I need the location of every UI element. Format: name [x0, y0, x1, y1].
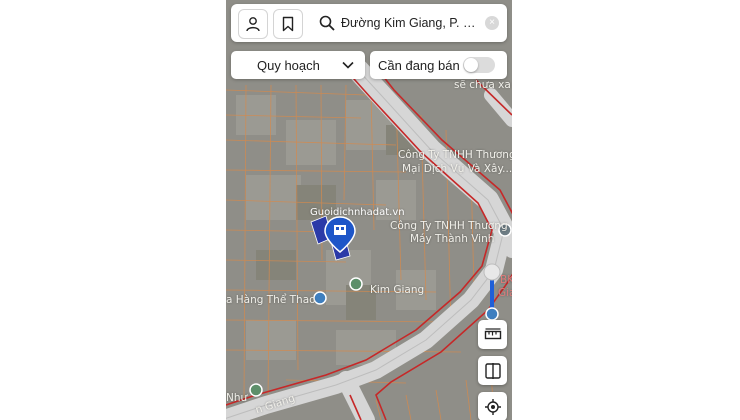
locate-icon: [484, 398, 501, 415]
layer-dropdown[interactable]: Quy hoạch: [231, 51, 365, 79]
map-label: sẽ chưa xa: [454, 79, 511, 91]
bookmark-icon: [282, 16, 294, 32]
search-icon: [319, 15, 335, 31]
clear-search-button[interactable]: ×: [485, 16, 499, 30]
map-label: Giang: [498, 287, 512, 299]
locate-button[interactable]: [478, 392, 507, 420]
for-sale-toggle-box: Cần đang bán: [370, 51, 507, 79]
for-sale-toggle[interactable]: [463, 57, 495, 73]
watermark: Guoidichnhadat.vn: [310, 207, 405, 218]
toggle-knob: [464, 58, 478, 72]
map-label: Mại Dịch Vụ Và Xây...: [402, 163, 512, 175]
split-view-icon: [484, 362, 501, 379]
saved-button[interactable]: [273, 9, 303, 39]
measure-button[interactable]: [478, 320, 507, 349]
top-bar: Đường Kim Giang, P. Đại Kim ×: [231, 4, 507, 42]
user-icon: [246, 17, 260, 32]
map-label: Kim Giang: [370, 284, 425, 296]
map-label: Công Ty TNHH Thương: [398, 149, 512, 161]
account-button[interactable]: [238, 9, 268, 39]
compare-button[interactable]: [478, 356, 507, 385]
layer-dropdown-value: Quy hoạch: [257, 57, 320, 73]
ruler-icon: [484, 327, 501, 339]
for-sale-label: Cần đang bán: [378, 57, 460, 73]
mobile-map-view: sẽ chưa xa Công Ty TNHH Thương Mại Dịch …: [226, 0, 512, 420]
map-label: Máy Thành Vinh: [410, 233, 495, 245]
map-label: BK: [500, 274, 512, 286]
search-bar[interactable]: Đường Kim Giang, P. Đại Kim ×: [315, 4, 507, 42]
map-label: Công Ty TNHH Thương: [390, 220, 508, 232]
chevron-down-icon: [342, 61, 354, 69]
map-label: Như: [226, 392, 248, 404]
search-input[interactable]: Đường Kim Giang, P. Đại Kim: [341, 16, 481, 30]
map-label: a Hàng Thể Thao: [226, 294, 316, 306]
